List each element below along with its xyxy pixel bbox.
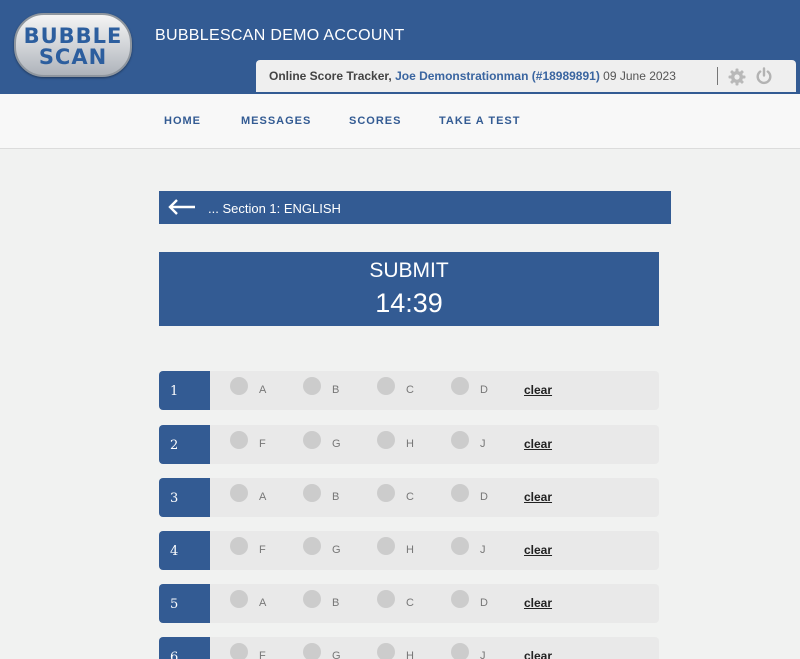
question-number: 2	[159, 425, 210, 464]
answer-letter: B	[332, 491, 340, 503]
tracker-label: Online Score Tracker,	[269, 69, 392, 83]
section-header: ... Section 1: ENGLISH	[159, 191, 671, 224]
tracker-user[interactable]: Joe Demonstrationman (#18989891)	[395, 69, 600, 83]
answer-letter: B	[332, 597, 340, 609]
question-number-label: 4	[170, 544, 179, 559]
question-number-label: 3	[170, 491, 179, 506]
answer-letter: G	[332, 438, 341, 450]
answer-letter: H	[406, 544, 414, 556]
answer-letter: D	[480, 491, 488, 503]
submit-button[interactable]: SUBMIT 14:39	[159, 252, 659, 326]
answer-letter: D	[480, 597, 488, 609]
answer-bubble[interactable]	[230, 377, 248, 395]
answer-letter: A	[259, 384, 267, 396]
question-number: 1	[159, 371, 210, 410]
answer-bubble[interactable]	[377, 431, 395, 449]
clear-answer-link[interactable]: clear	[524, 543, 552, 557]
answer-letter: J	[480, 438, 486, 450]
score-tracker-bar: Online Score Tracker, Joe Demonstrationm…	[256, 60, 796, 92]
question-number: 6	[159, 637, 210, 659]
answer-bubble[interactable]	[451, 484, 469, 502]
answer-bubble[interactable]	[377, 537, 395, 555]
answer-bubble[interactable]	[303, 537, 321, 555]
nav-messages[interactable]: MESSAGES	[241, 115, 311, 127]
tracker-date: 09 June 2023	[603, 69, 676, 83]
answer-letter: J	[480, 650, 486, 659]
logo-line-2: SCAN	[38, 45, 108, 69]
tracker-divider	[717, 67, 718, 85]
answer-letter: B	[332, 384, 340, 396]
answer-bubble[interactable]	[303, 643, 321, 659]
answer-letter: G	[332, 650, 341, 659]
answer-letter: A	[259, 597, 267, 609]
answer-bubble[interactable]	[451, 643, 469, 659]
question-row: 1 A B C Dclear	[159, 371, 659, 410]
question-number: 5	[159, 584, 210, 623]
answer-letter: J	[480, 544, 486, 556]
clear-answer-link[interactable]: clear	[524, 596, 552, 610]
tracker-text: Online Score Tracker, Joe Demonstrationm…	[269, 69, 676, 83]
answer-bubble[interactable]	[451, 377, 469, 395]
clear-answer-link[interactable]: clear	[524, 383, 552, 397]
power-icon[interactable]	[755, 67, 773, 85]
answer-letter: H	[406, 438, 414, 450]
question-number-label: 1	[170, 384, 179, 399]
answer-bubble[interactable]	[230, 590, 248, 608]
gear-icon[interactable]	[728, 68, 746, 86]
answer-letter: A	[259, 491, 267, 503]
question-number-label: 6	[170, 650, 179, 659]
countdown-timer: 14:39	[375, 288, 443, 318]
nav-take-a-test[interactable]: TAKE A TEST	[439, 115, 520, 127]
question-number: 4	[159, 531, 210, 570]
answer-letter: H	[406, 650, 414, 659]
answer-bubble[interactable]	[303, 590, 321, 608]
header: BUBBLE SCAN BUBBLESCAN DEMO ACCOUNT Onli…	[0, 0, 800, 94]
answer-bubble[interactable]	[451, 537, 469, 555]
answer-letter: C	[406, 597, 414, 609]
answer-bubble[interactable]	[303, 484, 321, 502]
answer-bubble[interactable]	[377, 643, 395, 659]
answer-bubble[interactable]	[303, 431, 321, 449]
section-title: ... Section 1: ENGLISH	[208, 201, 341, 216]
clear-answer-link[interactable]: clear	[524, 437, 552, 451]
answer-bubble[interactable]	[230, 431, 248, 449]
answer-bubble[interactable]	[303, 377, 321, 395]
nav-home[interactable]: HOME	[164, 115, 201, 127]
question-row: 3 A B C Dclear	[159, 478, 659, 517]
answer-bubble[interactable]	[451, 590, 469, 608]
answer-letter: F	[259, 650, 266, 659]
bubblescan-logo[interactable]: BUBBLE SCAN	[14, 13, 132, 77]
clear-answer-link[interactable]: clear	[524, 649, 552, 659]
answer-bubble[interactable]	[451, 431, 469, 449]
question-row: 2 F G H Jclear	[159, 425, 659, 464]
question-number: 3	[159, 478, 210, 517]
question-number-label: 5	[170, 597, 179, 612]
answer-bubble[interactable]	[230, 643, 248, 659]
clear-answer-link[interactable]: clear	[524, 490, 552, 504]
nav-scores[interactable]: SCORES	[349, 115, 401, 127]
answer-bubble[interactable]	[230, 484, 248, 502]
answer-letter: F	[259, 438, 266, 450]
answer-letter: F	[259, 544, 266, 556]
submit-label: SUBMIT	[369, 259, 449, 282]
question-number-label: 2	[170, 438, 179, 453]
answer-letter: D	[480, 384, 488, 396]
answer-bubble[interactable]	[230, 537, 248, 555]
answer-bubble[interactable]	[377, 484, 395, 502]
answer-letter: G	[332, 544, 341, 556]
answer-bubble[interactable]	[377, 590, 395, 608]
answer-letter: C	[406, 491, 414, 503]
account-title: BUBBLESCAN DEMO ACCOUNT	[155, 27, 405, 44]
answer-bubble[interactable]	[377, 377, 395, 395]
question-row: 4 F G H Jclear	[159, 531, 659, 570]
main-nav: HOME MESSAGES SCORES TAKE A TEST	[0, 94, 800, 149]
answer-letter: C	[406, 384, 414, 396]
question-row: 5 A B C Dclear	[159, 584, 659, 623]
back-arrow-icon[interactable]	[167, 197, 197, 217]
question-row: 6 F G H Jclear	[159, 637, 659, 659]
